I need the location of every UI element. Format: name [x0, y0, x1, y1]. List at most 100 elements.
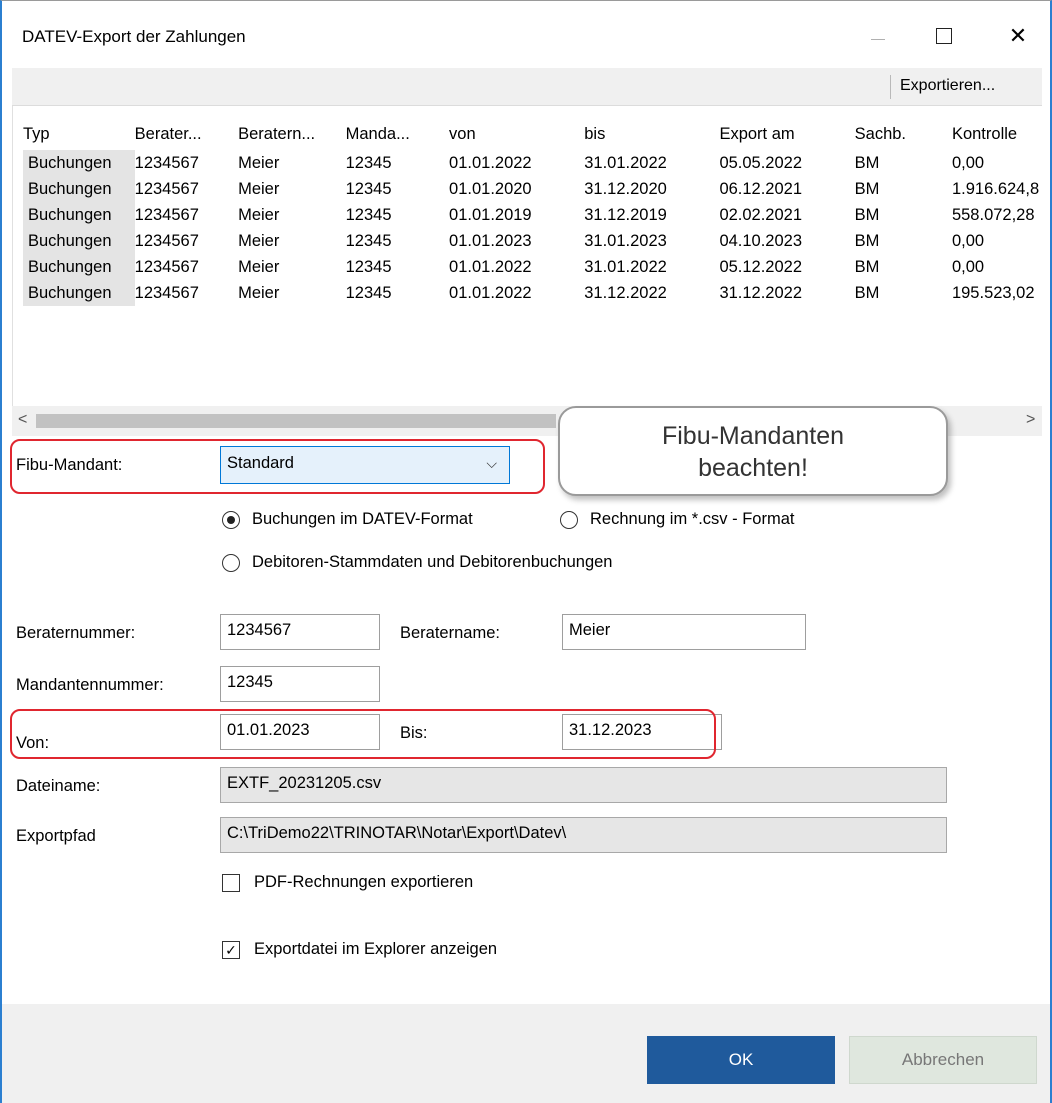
table-cell: 12345	[345, 205, 392, 224]
column-header-beratername[interactable]: Beratern...	[238, 118, 346, 150]
radio-csv-format[interactable]: Rechnung im *.csv - Format	[560, 510, 794, 529]
dialog-window: DATEV-Export der Zahlungen ✕ Exportieren…	[0, 0, 1052, 1103]
table-cell: 31.12.2020	[584, 179, 667, 198]
table-cell: 0,00	[951, 231, 985, 250]
table-row[interactable]: Buchungen 1234567 Meier 12345 01.01.2022 31.0…	[23, 150, 1042, 176]
radio-datev-format[interactable]: Buchungen im DATEV-Format	[222, 510, 473, 529]
ok-button[interactable]: OK	[647, 1036, 835, 1084]
table-cell: 31.01.2022	[584, 257, 667, 276]
table-cell: 31.01.2022	[584, 153, 667, 172]
radio-csv-label: Rechnung im *.csv - Format	[590, 510, 795, 528]
table-cell: 05.05.2022	[719, 153, 803, 172]
callout-line-2: beachten!	[698, 454, 808, 482]
table-cell: 31.01.2023	[584, 231, 667, 250]
table-row[interactable]: Buchungen 1234567 Meier 12345 01.01.2022 31.0…	[23, 254, 1042, 280]
scroll-left-icon[interactable]: <	[18, 411, 27, 429]
table-cell: 01.01.2019	[449, 205, 532, 224]
minimize-icon	[871, 38, 885, 40]
table-header-row: Typ Berater... Beratern... Manda... von …	[23, 118, 1042, 150]
radio-datev-indicator	[222, 510, 240, 529]
table-cell: BM	[854, 231, 880, 250]
highlight-fibu-mandant	[10, 439, 545, 494]
table-cell: 05.12.2022	[719, 257, 803, 276]
explorer-anzeigen-checkbox[interactable]: ✓ Exportdatei im Explorer anzeigen	[222, 940, 497, 959]
table-row[interactable]: Buchungen 1234567 Meier 12345 01.01.2020 31.1…	[23, 176, 1042, 202]
table-cell: Meier	[238, 153, 280, 172]
table-cell: 01.01.2020	[449, 179, 532, 198]
table-cell: 31.12.2022	[584, 283, 667, 302]
table-cell: Buchungen	[23, 150, 135, 176]
radio-datev-label: Buchungen im DATEV-Format	[252, 510, 473, 528]
table-cell: Buchungen	[23, 280, 135, 306]
table-cell: 12345	[345, 257, 392, 276]
table-cell: Meier	[238, 257, 280, 276]
table-cell: Meier	[238, 205, 280, 224]
minimize-button[interactable]	[858, 23, 898, 49]
dialog-footer: OK Abbrechen	[2, 1004, 1050, 1103]
pdf-checkbox-label: PDF-Rechnungen exportieren	[254, 873, 474, 891]
callout-line-1: Fibu-Mandanten	[661, 422, 845, 450]
table-cell: 01.01.2022	[449, 153, 532, 172]
column-header-von[interactable]: von	[449, 118, 584, 150]
explorer-checkbox-label: Exportdatei im Explorer anzeigen	[254, 940, 498, 958]
pdf-rechnungen-checkbox[interactable]: PDF-Rechnungen exportieren	[222, 873, 473, 892]
mandantennummer-field[interactable]: 12345	[220, 666, 380, 702]
table-row[interactable]: Buchungen 1234567 Meier 12345 01.01.2019 31.1…	[23, 202, 1042, 228]
table-cell: Meier	[238, 179, 280, 198]
table-cell: 01.01.2022	[449, 257, 532, 276]
table-cell: 1.916.624,8	[951, 179, 1040, 198]
scroll-right-icon[interactable]: >	[1026, 411, 1035, 429]
cancel-button[interactable]: Abbrechen	[849, 1036, 1037, 1084]
window-title: DATEV-Export der Zahlungen	[22, 27, 246, 46]
radio-debitoren[interactable]: Debitoren-Stammdaten und Debitorenbuchun…	[222, 553, 613, 572]
beraternummer-label: Beraternummer:	[16, 624, 136, 642]
column-header-export-am[interactable]: Export am	[719, 118, 854, 150]
table-cell: Meier	[238, 283, 280, 302]
table-cell: Buchungen	[23, 254, 135, 280]
beratername-field[interactable]: Meier	[562, 614, 806, 650]
table-cell: Buchungen	[23, 228, 135, 254]
column-header-typ[interactable]: Typ	[23, 118, 135, 150]
table-cell: 12345	[345, 179, 392, 198]
table-row[interactable]: Buchungen 1234567 Meier 12345 01.01.2023 31.0…	[23, 228, 1042, 254]
table-cell: BM	[854, 153, 880, 172]
column-header-mandant[interactable]: Manda...	[346, 118, 449, 150]
table-cell: BM	[854, 179, 880, 198]
table-cell: 06.12.2021	[719, 179, 803, 198]
table-cell: Buchungen	[23, 202, 135, 228]
exportpfad-field: C:\TriDemo22\TRINOTAR\Notar\Export\Datev…	[220, 817, 947, 853]
table-cell: Buchungen	[23, 176, 135, 202]
dateiname-label: Dateiname:	[16, 777, 101, 795]
table-cell: 1234567	[134, 231, 199, 250]
table-cell: 0,00	[951, 153, 985, 172]
exportpfad-label: Exportpfad	[16, 827, 96, 845]
table-cell: 04.10.2023	[719, 231, 803, 250]
table-row[interactable]: Buchungen 1234567 Meier 12345 01.01.2022 31.1…	[23, 280, 1042, 306]
title-bar: DATEV-Export der Zahlungen ✕	[2, 1, 1050, 67]
export-button[interactable]: Exportieren...	[900, 77, 995, 95]
table-cell: 1234567	[134, 283, 199, 302]
table-cell: 31.12.2022	[719, 283, 803, 302]
close-button[interactable]: ✕	[998, 23, 1038, 49]
checkmark-icon: ✓	[222, 940, 240, 959]
column-header-kontrolle[interactable]: Kontrolle	[952, 118, 1042, 150]
column-header-bis[interactable]: bis	[584, 118, 719, 150]
column-header-sachbearbeiter[interactable]: Sachb.	[855, 118, 952, 150]
maximize-button[interactable]	[924, 23, 964, 49]
column-header-beraternummer[interactable]: Berater...	[135, 118, 238, 150]
pdf-checkbox-box	[222, 873, 240, 892]
beraternummer-field[interactable]: 1234567	[220, 614, 380, 650]
dateiname-field: EXTF_20231205.csv	[220, 767, 947, 803]
scrollbar-thumb[interactable]	[36, 414, 556, 428]
table-cell: 1234567	[134, 153, 199, 172]
mandantennummer-label: Mandantennummer:	[16, 676, 164, 694]
callout-bubble: Fibu-Mandanten beachten!	[558, 406, 948, 496]
maximize-icon	[936, 28, 952, 44]
export-history-table: Typ Berater... Beratern... Manda... von …	[12, 106, 1042, 436]
table-cell: BM	[854, 257, 880, 276]
table-cell: 12345	[345, 283, 392, 302]
table-cell: 1234567	[134, 205, 199, 224]
table-cell: 0,00	[951, 257, 985, 276]
table-cell: Meier	[238, 231, 280, 250]
table-cell: 01.01.2023	[449, 231, 532, 250]
